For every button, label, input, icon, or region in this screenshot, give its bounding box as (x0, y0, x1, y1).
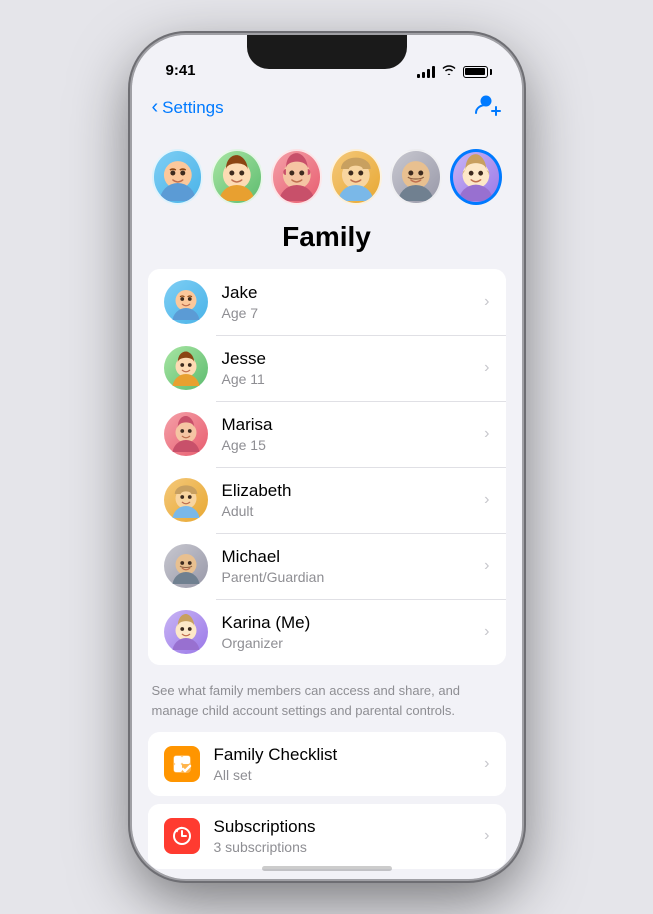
avatar-michael-small (164, 544, 208, 588)
avatar-jesse[interactable] (211, 149, 263, 205)
subscriptions-icon (171, 825, 193, 847)
avatar-karina[interactable] (450, 149, 502, 205)
list-item-karina[interactable]: Karina (Me) Organizer › (148, 599, 506, 665)
marisa-memoji (273, 153, 321, 201)
avatar-marisa[interactable] (271, 149, 323, 205)
subscriptions-subtitle: 3 subscriptions (214, 838, 485, 856)
chevron-icon: › (484, 359, 489, 377)
elizabeth-memoji (332, 153, 380, 201)
list-item-jake[interactable]: Jake Age 7 › (148, 269, 506, 335)
jesse-subtitle: Age 11 (222, 370, 485, 388)
avatar-jake[interactable] (152, 149, 204, 205)
list-item-checklist[interactable]: Family Checklist All set › (148, 732, 506, 796)
karina-text: Karina (Me) Organizer (222, 612, 485, 652)
add-person-icon (474, 93, 502, 117)
michael-text: Michael Parent/Guardian (222, 546, 485, 586)
chevron-icon: › (484, 755, 489, 773)
marisa-text: Marisa Age 15 (222, 414, 485, 454)
checklist-text: Family Checklist All set (214, 744, 485, 784)
avatar-jake-small (164, 280, 208, 324)
chevron-icon: › (484, 827, 489, 845)
karina-subtitle: Organizer (222, 634, 485, 652)
notch (247, 35, 407, 69)
status-time: 9:41 (166, 62, 196, 79)
marisa-subtitle: Age 15 (222, 436, 485, 454)
list-item-marisa[interactable]: Marisa Age 15 › (148, 401, 506, 467)
elizabeth-text: Elizabeth Adult (222, 480, 485, 520)
checklist-section: Family Checklist All set › (148, 732, 506, 796)
list-item-michael[interactable]: Michael Parent/Guardian › (148, 533, 506, 599)
avatar-michael[interactable] (390, 149, 442, 205)
home-indicator (262, 866, 392, 871)
family-members-list: Jake Age 7 › (148, 269, 506, 665)
checklist-icon (171, 753, 193, 775)
list-item-elizabeth[interactable]: Elizabeth Adult › (148, 467, 506, 533)
subscriptions-text: Subscriptions 3 subscriptions (214, 816, 485, 856)
screen: 9:41 (132, 35, 522, 879)
jesse-name: Jesse (222, 348, 485, 370)
family-description: See what family members can access and s… (132, 673, 522, 732)
elizabeth-subtitle: Adult (222, 502, 485, 520)
jesse-memoji (213, 153, 261, 201)
chevron-icon: › (484, 623, 489, 641)
chevron-icon: › (484, 491, 489, 509)
elizabeth-name: Elizabeth (222, 480, 485, 502)
content-area: ‹ Settings (132, 85, 522, 879)
battery-icon (463, 66, 492, 78)
avatar-elizabeth-small (164, 478, 208, 522)
chevron-icon: › (484, 293, 489, 311)
karina-name: Karina (Me) (222, 612, 485, 634)
chevron-icon: › (484, 557, 489, 575)
status-icons (417, 64, 492, 79)
checklist-name: Family Checklist (214, 744, 485, 766)
add-family-button[interactable] (474, 93, 502, 123)
nav-bar: ‹ Settings (132, 85, 522, 133)
phone-frame: 9:41 (132, 35, 522, 879)
checklist-subtitle: All set (214, 766, 485, 784)
back-chevron-icon: ‹ (152, 96, 159, 119)
subscriptions-name: Subscriptions (214, 816, 485, 838)
subscriptions-section: Subscriptions 3 subscriptions › (148, 804, 506, 868)
jake-name: Jake (222, 282, 485, 304)
chevron-icon: › (484, 425, 489, 443)
avatar-marisa-small (164, 412, 208, 456)
wifi-icon (441, 64, 457, 79)
avatar-karina-small (164, 610, 208, 654)
list-item-subscriptions[interactable]: Subscriptions 3 subscriptions › (148, 804, 506, 868)
subscriptions-icon-box (164, 818, 200, 854)
back-label: Settings (162, 98, 223, 118)
avatar-elizabeth[interactable] (330, 149, 382, 205)
michael-memoji (392, 153, 440, 201)
list-item-jesse[interactable]: Jesse Age 11 › (148, 335, 506, 401)
checklist-icon-box (164, 746, 200, 782)
jesse-text: Jesse Age 11 (222, 348, 485, 388)
avatar-row (132, 133, 522, 217)
back-button[interactable]: ‹ Settings (152, 97, 224, 119)
page-title: Family (132, 217, 522, 269)
avatar-jesse-small (164, 346, 208, 390)
karina-memoji (453, 153, 499, 201)
marisa-name: Marisa (222, 414, 485, 436)
jake-memoji (154, 153, 202, 201)
michael-name: Michael (222, 546, 485, 568)
jake-text: Jake Age 7 (222, 282, 485, 322)
michael-subtitle: Parent/Guardian (222, 568, 485, 586)
signal-icon (417, 66, 435, 78)
jake-subtitle: Age 7 (222, 304, 485, 322)
